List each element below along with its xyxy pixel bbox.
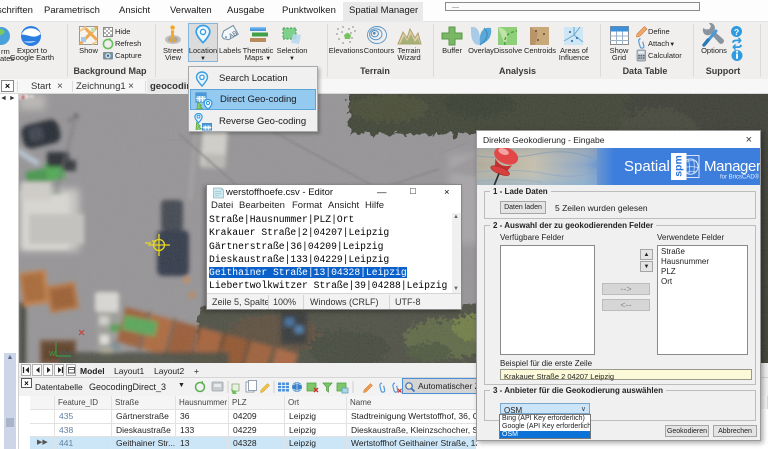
svg-text:spm: spm [673,155,685,177]
svg-text:for BricsCAD®: for BricsCAD® [720,174,760,181]
svg-text:W: W [49,351,56,358]
svg-text:?: ? [734,27,739,37]
svg-text:Manager: Manager [704,158,760,175]
svg-text:Spatial: Spatial [624,158,670,175]
